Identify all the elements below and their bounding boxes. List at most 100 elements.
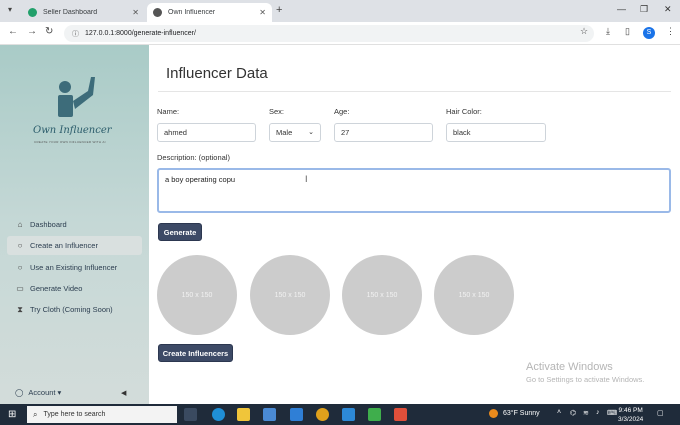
- notification-icon[interactable]: ▢: [657, 409, 664, 417]
- main-content: Influencer Data Name: ahmed Sex: Male ⌄ …: [149, 45, 680, 404]
- chrome-icon[interactable]: [316, 408, 329, 421]
- task-view-icon[interactable]: [184, 408, 197, 421]
- system-clock[interactable]: 9:46 PM 3/3/2024: [618, 406, 643, 424]
- collapse-sidebar-icon[interactable]: ◀: [121, 389, 126, 397]
- sidebar-item-label: Generate Video: [30, 284, 83, 293]
- wifi-icon[interactable]: ≋: [583, 409, 589, 417]
- new-tab-icon[interactable]: +: [276, 4, 282, 16]
- tray-chevron-icon[interactable]: ˄: [557, 409, 561, 416]
- home-icon: ⌂: [17, 220, 23, 229]
- sidebar-item-label: Create an Influencer: [30, 241, 98, 250]
- weather-text: 63°F Sunny: [503, 410, 540, 417]
- name-input[interactable]: ahmed: [157, 123, 256, 142]
- logo-icon: [58, 77, 95, 117]
- site-info-icon[interactable]: ⓘ: [72, 29, 79, 39]
- close-window-icon[interactable]: ✕: [664, 4, 672, 15]
- age-input[interactable]: 27: [334, 123, 433, 142]
- sidebar-item-create-influencer[interactable]: ○ Create an Influencer: [7, 236, 142, 255]
- activate-windows-subtitle: Go to Settings to activate Windows.: [526, 375, 645, 384]
- sidebar-item-label: Try Cloth (Coming Soon): [30, 305, 113, 314]
- tab-seller-dashboard[interactable]: Seller Dashboard ✕: [22, 3, 145, 22]
- sidebar-item-generate-video[interactable]: ▭ Generate Video: [7, 279, 142, 298]
- taskbar-search-box[interactable]: ⌕ Type here to search: [27, 406, 177, 423]
- chevron-down-icon: ⌄: [308, 129, 314, 136]
- clock-date: 3/3/2024: [618, 416, 644, 423]
- network-icon[interactable]: ⌬: [570, 409, 576, 417]
- account-label: Account: [28, 388, 56, 397]
- menu-kebab-icon[interactable]: ⋮: [666, 26, 675, 37]
- vscode-icon[interactable]: [342, 408, 355, 421]
- restore-icon[interactable]: ❐: [640, 4, 648, 15]
- chat-icon: ○: [17, 263, 23, 272]
- address-bar[interactable]: ⓘ 127.0.0.1:8000/generate-influencer/: [64, 25, 594, 42]
- logo-text: Own Influencer: [33, 125, 112, 136]
- caret-down-icon: ▾: [57, 388, 62, 397]
- volume-icon[interactable]: ♪: [596, 409, 600, 416]
- logo-tagline: CREATE YOUR OWN INFLUENCER WITH AI: [34, 140, 106, 144]
- hourglass-icon: ⧗: [17, 304, 23, 314]
- edge-icon[interactable]: [212, 408, 225, 421]
- sex-selected-value: Male: [276, 128, 293, 137]
- divider: [158, 91, 671, 92]
- download-icon[interactable]: ⤓: [606, 26, 610, 37]
- browser-toolbar: ← → ↻ ⓘ 127.0.0.1:8000/generate-influenc…: [0, 22, 680, 45]
- influencer-placeholder-image[interactable]: 150 x 150: [434, 255, 514, 335]
- age-label: Age:: [334, 107, 350, 116]
- influencer-placeholder-image[interactable]: 150 x 150: [250, 255, 330, 335]
- text-cursor-icon: I: [305, 174, 308, 184]
- video-icon: ▭: [16, 284, 24, 293]
- description-label: Description: (optional): [157, 153, 230, 162]
- sidebar-item-try-cloth[interactable]: ⧗ Try Cloth (Coming Soon): [7, 300, 142, 319]
- tab-own-influencer[interactable]: Own Influencer ✕: [147, 3, 272, 22]
- bookmark-star-icon[interactable]: ☆: [580, 26, 588, 37]
- sidebar-item-label: Use an Existing Influencer: [30, 263, 118, 272]
- close-tab-icon[interactable]: ✕: [259, 8, 266, 17]
- close-tab-icon[interactable]: ✕: [132, 8, 139, 17]
- app-red-icon[interactable]: [394, 408, 407, 421]
- windows-start-icon[interactable]: ⊞: [8, 409, 16, 420]
- taskbar-search-placeholder: Type here to search: [43, 411, 106, 418]
- reload-icon[interactable]: ↻: [45, 26, 53, 37]
- favicon-icon: [28, 8, 37, 17]
- language-icon[interactable]: ⌨: [607, 409, 617, 417]
- name-label: Name:: [157, 107, 180, 116]
- app-green-icon[interactable]: [368, 408, 381, 421]
- mail-icon[interactable]: [290, 408, 303, 421]
- side-panel-icon[interactable]: ▯: [625, 26, 630, 37]
- hair-color-input[interactable]: black: [446, 123, 546, 142]
- hair-color-label: Hair Color:: [446, 107, 482, 116]
- back-icon[interactable]: ←: [8, 26, 18, 37]
- sun-icon: [489, 409, 498, 418]
- tab-title: Seller Dashboard: [43, 9, 98, 16]
- generate-button[interactable]: Generate: [158, 223, 202, 241]
- taskbar: ⊞ ⌕ Type here to search 63°F Sunny ˄ ⌬ ≋…: [0, 404, 680, 425]
- file-explorer-icon[interactable]: [237, 408, 250, 421]
- create-influencers-button[interactable]: Create Influencers: [158, 344, 233, 362]
- url-text: 127.0.0.1:8000/generate-influencer/: [85, 30, 196, 37]
- page-title: Influencer Data: [166, 65, 268, 82]
- forward-icon[interactable]: →: [27, 26, 37, 37]
- influencer-placeholder-image[interactable]: 150 x 150: [157, 255, 237, 335]
- user-icon: ◯: [15, 388, 24, 397]
- search-icon: ⌕: [33, 409, 38, 419]
- store-icon[interactable]: [263, 408, 276, 421]
- chat-icon: ○: [17, 241, 23, 250]
- description-textarea[interactable]: a boy operating copu: [157, 168, 671, 213]
- browser-tab-strip: ▾ Seller Dashboard ✕ Own Influencer ✕ + …: [0, 0, 680, 22]
- sex-label: Sex:: [269, 107, 285, 116]
- influencer-placeholder-image[interactable]: 150 x 150: [342, 255, 422, 335]
- weather-widget[interactable]: 63°F Sunny: [489, 409, 540, 418]
- sex-select[interactable]: Male ⌄: [269, 123, 321, 142]
- sidebar-item-label: Dashboard: [30, 220, 67, 229]
- sidebar: Own Influencer CREATE YOUR OWN INFLUENCE…: [0, 45, 149, 404]
- profile-avatar[interactable]: S: [643, 27, 655, 39]
- account-menu[interactable]: ◯ Account ▾: [15, 388, 61, 397]
- sidebar-item-existing-influencer[interactable]: ○ Use an Existing Influencer: [7, 258, 142, 277]
- sidebar-item-dashboard[interactable]: ⌂ Dashboard: [7, 215, 142, 234]
- globe-icon: [153, 8, 162, 17]
- tab-title: Own Influencer: [168, 9, 216, 16]
- activate-windows-title: Activate Windows: [526, 361, 613, 373]
- minimize-icon[interactable]: —: [617, 4, 626, 14]
- clock-time: 9:46 PM: [618, 407, 643, 414]
- tab-search-icon[interactable]: ▾: [4, 5, 16, 17]
